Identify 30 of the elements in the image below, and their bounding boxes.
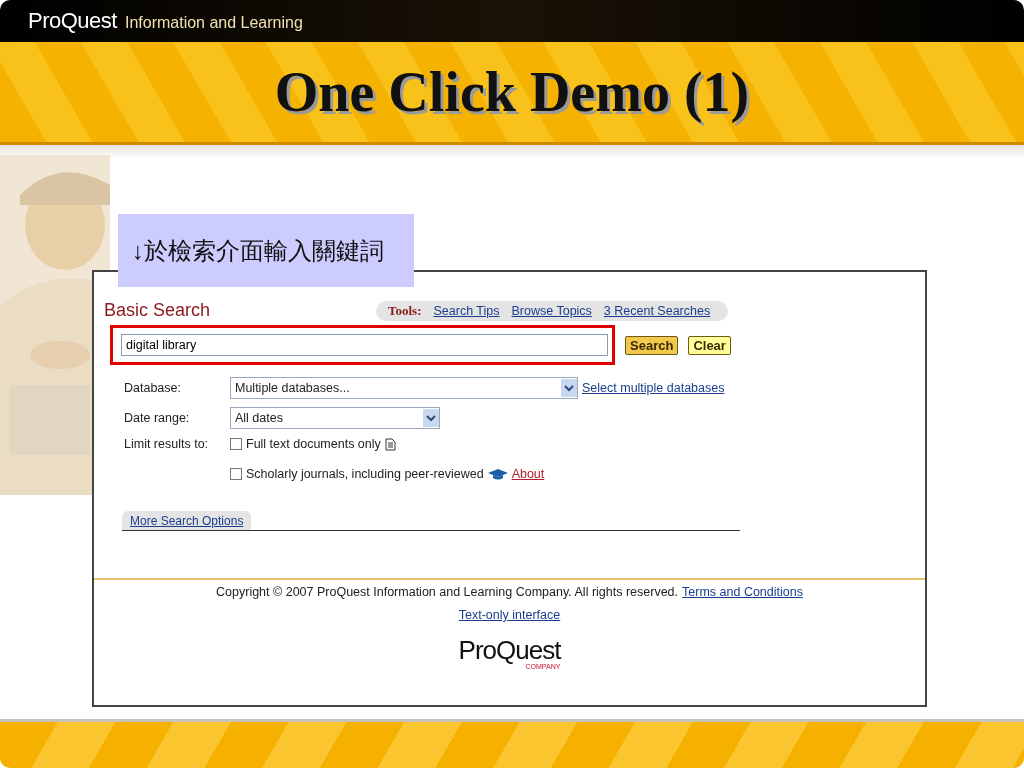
field-label: Date range: [124, 411, 191, 425]
graduation-cap-icon [487, 468, 508, 480]
search-field[interactable]: digital library [121, 334, 608, 356]
tools-label: Tools: [388, 302, 422, 319]
tagline: Information and Learning [124, 14, 303, 32]
clear-button[interactable]: Clear [688, 335, 731, 355]
footer-logo: ProQuest [458, 637, 561, 663]
checkbox-label: Scholarly journals, including peer-reviewed [246, 467, 484, 481]
text-only-link[interactable]: Text-only interface [458, 608, 561, 622]
field-label: Database: [124, 381, 182, 395]
terms-link[interactable]: Terms and Conditions [682, 585, 803, 599]
about-link[interactable]: About [511, 467, 545, 481]
checkbox-label: Full text documents only [246, 437, 381, 451]
logo: ProQuest [28, 8, 117, 34]
document-icon [384, 437, 396, 451]
callout-text: ↓於檢索介面輸入關鍵詞 [118, 214, 414, 287]
field-label: Limit results to: [124, 437, 210, 451]
search-button[interactable]: Search [625, 335, 679, 355]
slide-title: One Click Demo (1) [274, 60, 750, 124]
checkbox[interactable] [230, 438, 242, 450]
copyright-text: Copyright © 2007 ProQuest Information and Learning Company. All rights reserved. [216, 585, 679, 599]
checkbox[interactable] [230, 468, 242, 480]
tool-link[interactable]: Browse Topics [511, 303, 592, 318]
select-databases-link[interactable]: Select multiple databases [582, 381, 725, 395]
more-options-tab[interactable]: More Search Options [122, 511, 252, 530]
date-range-select[interactable]: All dates [230, 407, 440, 429]
tool-link[interactable]: 3 Recent Searches [603, 303, 711, 318]
tool-link[interactable]: Search Tips [433, 303, 500, 318]
database-select[interactable]: Multiple databases... [230, 377, 578, 399]
page-heading: Basic Search [104, 300, 212, 321]
